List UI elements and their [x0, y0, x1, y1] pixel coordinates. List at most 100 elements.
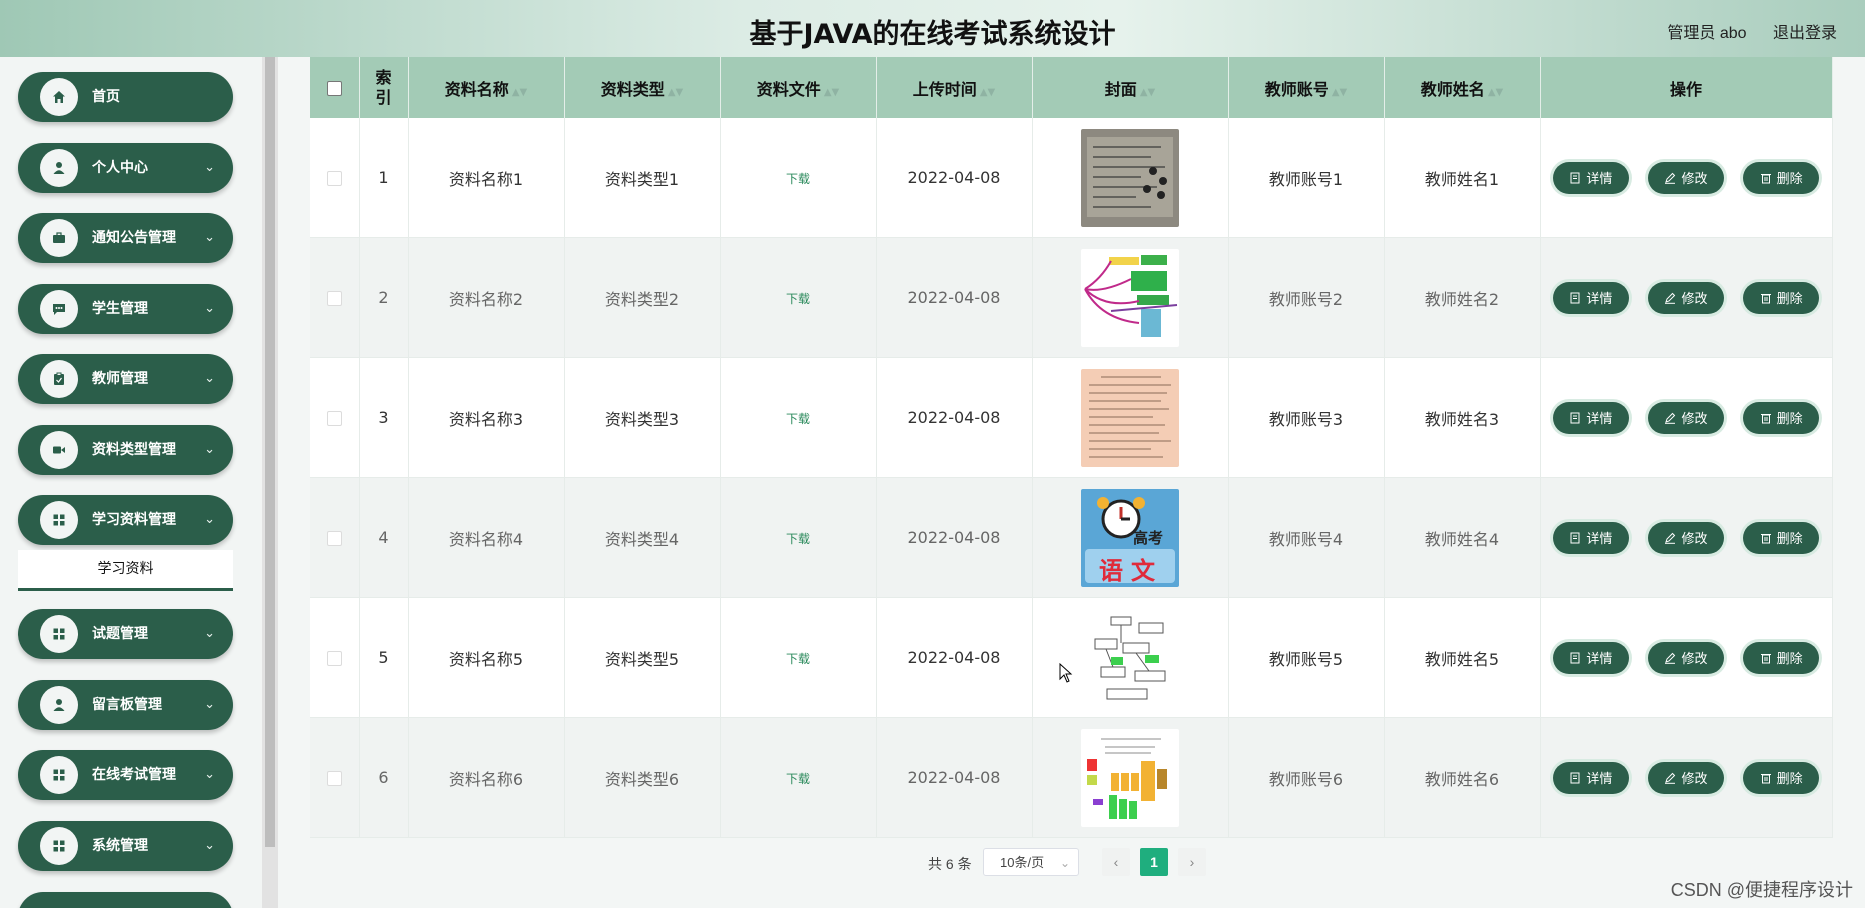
detail-button[interactable]: 详情 [1552, 401, 1629, 434]
document-icon [1570, 412, 1580, 423]
top-header: 基于JAVA的在线考试系统设计 管理员 abo 退出登录 [0, 0, 1865, 57]
row-checkbox[interactable] [326, 771, 342, 786]
column-header-upload-time[interactable]: 上传时间 ▲▼ [876, 57, 1033, 118]
page-size-select[interactable]: 10条/页 ⌄ [983, 848, 1079, 876]
column-header-teacher-account[interactable]: 教师账号 ▲▼ [1228, 57, 1385, 118]
sort-icon[interactable]: ▲▼ [980, 87, 995, 98]
column-header-cover[interactable]: 封面 ▲▼ [1032, 57, 1229, 118]
sidebar-item-system[interactable]: 系统管理 ⌄ [18, 821, 233, 871]
edit-button[interactable]: 修改 [1648, 761, 1724, 794]
detail-button[interactable]: 详情 [1552, 161, 1629, 194]
download-link[interactable]: 下载 [786, 652, 810, 666]
edit-button[interactable]: 修改 [1648, 641, 1724, 674]
row-checkbox[interactable] [326, 651, 342, 666]
admin-user-label[interactable]: 管理员 abo [1667, 25, 1746, 42]
sidebar-item-home[interactable]: 首页 [18, 72, 233, 122]
cell-name: 资料名称6 [408, 717, 565, 838]
sort-icon[interactable]: ▲▼ [1332, 87, 1347, 98]
sidebar-item-label: 资料类型管理 [92, 442, 176, 458]
delete-button[interactable]: 删除 [1743, 521, 1820, 554]
delete-button[interactable]: 删除 [1743, 161, 1820, 194]
cover-image[interactable] [1081, 248, 1179, 347]
pencil-icon [1665, 652, 1676, 664]
pencil-icon [1665, 532, 1676, 544]
cell-upload-time: 2022-04-08 [876, 237, 1033, 358]
chat-icon [40, 290, 78, 328]
next-page-button[interactable]: › [1178, 848, 1206, 876]
header-select-all[interactable] [310, 57, 360, 118]
cell-upload-time: 2022-04-08 [876, 357, 1033, 478]
delete-button[interactable]: 删除 [1743, 641, 1820, 674]
user-icon [40, 149, 78, 187]
document-icon [1570, 292, 1580, 303]
trash-icon [1760, 653, 1771, 663]
sort-icon[interactable]: ▲▼ [1140, 87, 1155, 98]
delete-button[interactable]: 删除 [1743, 761, 1820, 794]
download-link[interactable]: 下载 [786, 772, 810, 786]
download-link[interactable]: 下载 [786, 172, 810, 186]
detail-button[interactable]: 详情 [1552, 281, 1629, 314]
sidebar-item-material-types[interactable]: 资料类型管理 ⌄ [18, 425, 233, 475]
document-icon [1570, 532, 1580, 543]
table-row: 2 资料名称2 资料类型2 下载 2022-04-08 教师账号2 教师姓名2 … [310, 237, 1833, 358]
sidebar-item-messages[interactable]: 留言板管理 ⌄ [18, 680, 233, 730]
download-link[interactable]: 下载 [786, 532, 810, 546]
sort-icon[interactable]: ▲▼ [824, 87, 839, 98]
prev-page-button[interactable]: ‹ [1102, 848, 1130, 876]
trash-icon [1760, 533, 1771, 543]
cover-image[interactable] [1081, 128, 1179, 227]
sidebar-item-profile[interactable]: 个人中心 ⌄ [18, 143, 233, 193]
logout-link[interactable]: 退出登录 [1773, 25, 1837, 42]
submenu-item-materials[interactable]: 学习资料 [18, 550, 233, 591]
edit-button[interactable]: 修改 [1648, 281, 1724, 314]
sidebar-item-materials[interactable]: 学习资料管理 ⌄ [18, 495, 233, 545]
table-row: 3 资料名称3 资料类型3 下载 2022-04-08 教师账号3 教师姓名3 … [310, 357, 1833, 478]
edit-button[interactable]: 修改 [1648, 401, 1724, 434]
page-number-1[interactable]: 1 [1140, 848, 1168, 876]
edit-button[interactable]: 修改 [1648, 521, 1724, 554]
column-header-type[interactable]: 资料类型 ▲▼ [564, 57, 721, 118]
detail-button[interactable]: 详情 [1552, 641, 1629, 674]
cell-type: 资料类型2 [564, 237, 721, 358]
grid-icon [40, 756, 78, 794]
delete-button[interactable]: 删除 [1743, 401, 1820, 434]
column-header-teacher-name[interactable]: 教师姓名 ▲▼ [1384, 57, 1541, 118]
cover-image[interactable]: 高考 语文 [1081, 488, 1179, 587]
sort-icon[interactable]: ▲▼ [512, 87, 527, 98]
mouse-pointer-icon [1059, 663, 1073, 683]
sidebar-item-more[interactable] [18, 892, 233, 908]
sidebar-scrollbar-thumb[interactable] [265, 57, 275, 847]
sidebar-item-teachers[interactable]: 教师管理 ⌄ [18, 354, 233, 404]
cell-type: 资料类型1 [564, 118, 721, 238]
cell-name: 资料名称4 [408, 477, 565, 598]
select-all-checkbox[interactable] [326, 81, 342, 96]
grid-icon [40, 827, 78, 865]
total-count: 共 6 条 [928, 856, 972, 872]
cell-teacher-account: 教师账号3 [1228, 357, 1385, 478]
sort-icon[interactable]: ▲▼ [668, 87, 683, 98]
cover-text-line2: 语文 [1099, 556, 1163, 585]
row-checkbox[interactable] [326, 531, 342, 546]
download-link[interactable]: 下载 [786, 412, 810, 426]
cover-image[interactable] [1081, 608, 1179, 707]
detail-button[interactable]: 详情 [1552, 521, 1629, 554]
main-content: 索引 资料名称 ▲▼ 资料类型 ▲▼ 资料文件 ▲▼ 上传时间 ▲▼ 封面 ▲▼ 教师账号… [278, 57, 1865, 908]
edit-button[interactable]: 修改 [1648, 161, 1724, 194]
sidebar-item-questions[interactable]: 试题管理 ⌄ [18, 609, 233, 659]
download-link[interactable]: 下载 [786, 292, 810, 306]
column-header-name[interactable]: 资料名称 ▲▼ [408, 57, 565, 118]
sidebar-item-notice[interactable]: 通知公告管理 ⌄ [18, 213, 233, 263]
row-checkbox[interactable] [326, 291, 342, 306]
cover-image[interactable] [1081, 368, 1179, 467]
cover-image[interactable] [1081, 728, 1179, 827]
delete-button[interactable]: 删除 [1743, 281, 1820, 314]
detail-button[interactable]: 详情 [1552, 761, 1629, 794]
sidebar-item-online-exam[interactable]: 在线考试管理 ⌄ [18, 750, 233, 800]
row-checkbox[interactable] [326, 411, 342, 426]
column-header-file[interactable]: 资料文件 ▲▼ [720, 57, 877, 118]
row-checkbox[interactable] [326, 171, 342, 186]
sort-icon[interactable]: ▲▼ [1488, 87, 1503, 98]
sidebar-item-students[interactable]: 学生管理 ⌄ [18, 284, 233, 334]
cell-teacher-name: 教师姓名6 [1384, 717, 1541, 838]
cell-index: 4 [359, 477, 409, 598]
